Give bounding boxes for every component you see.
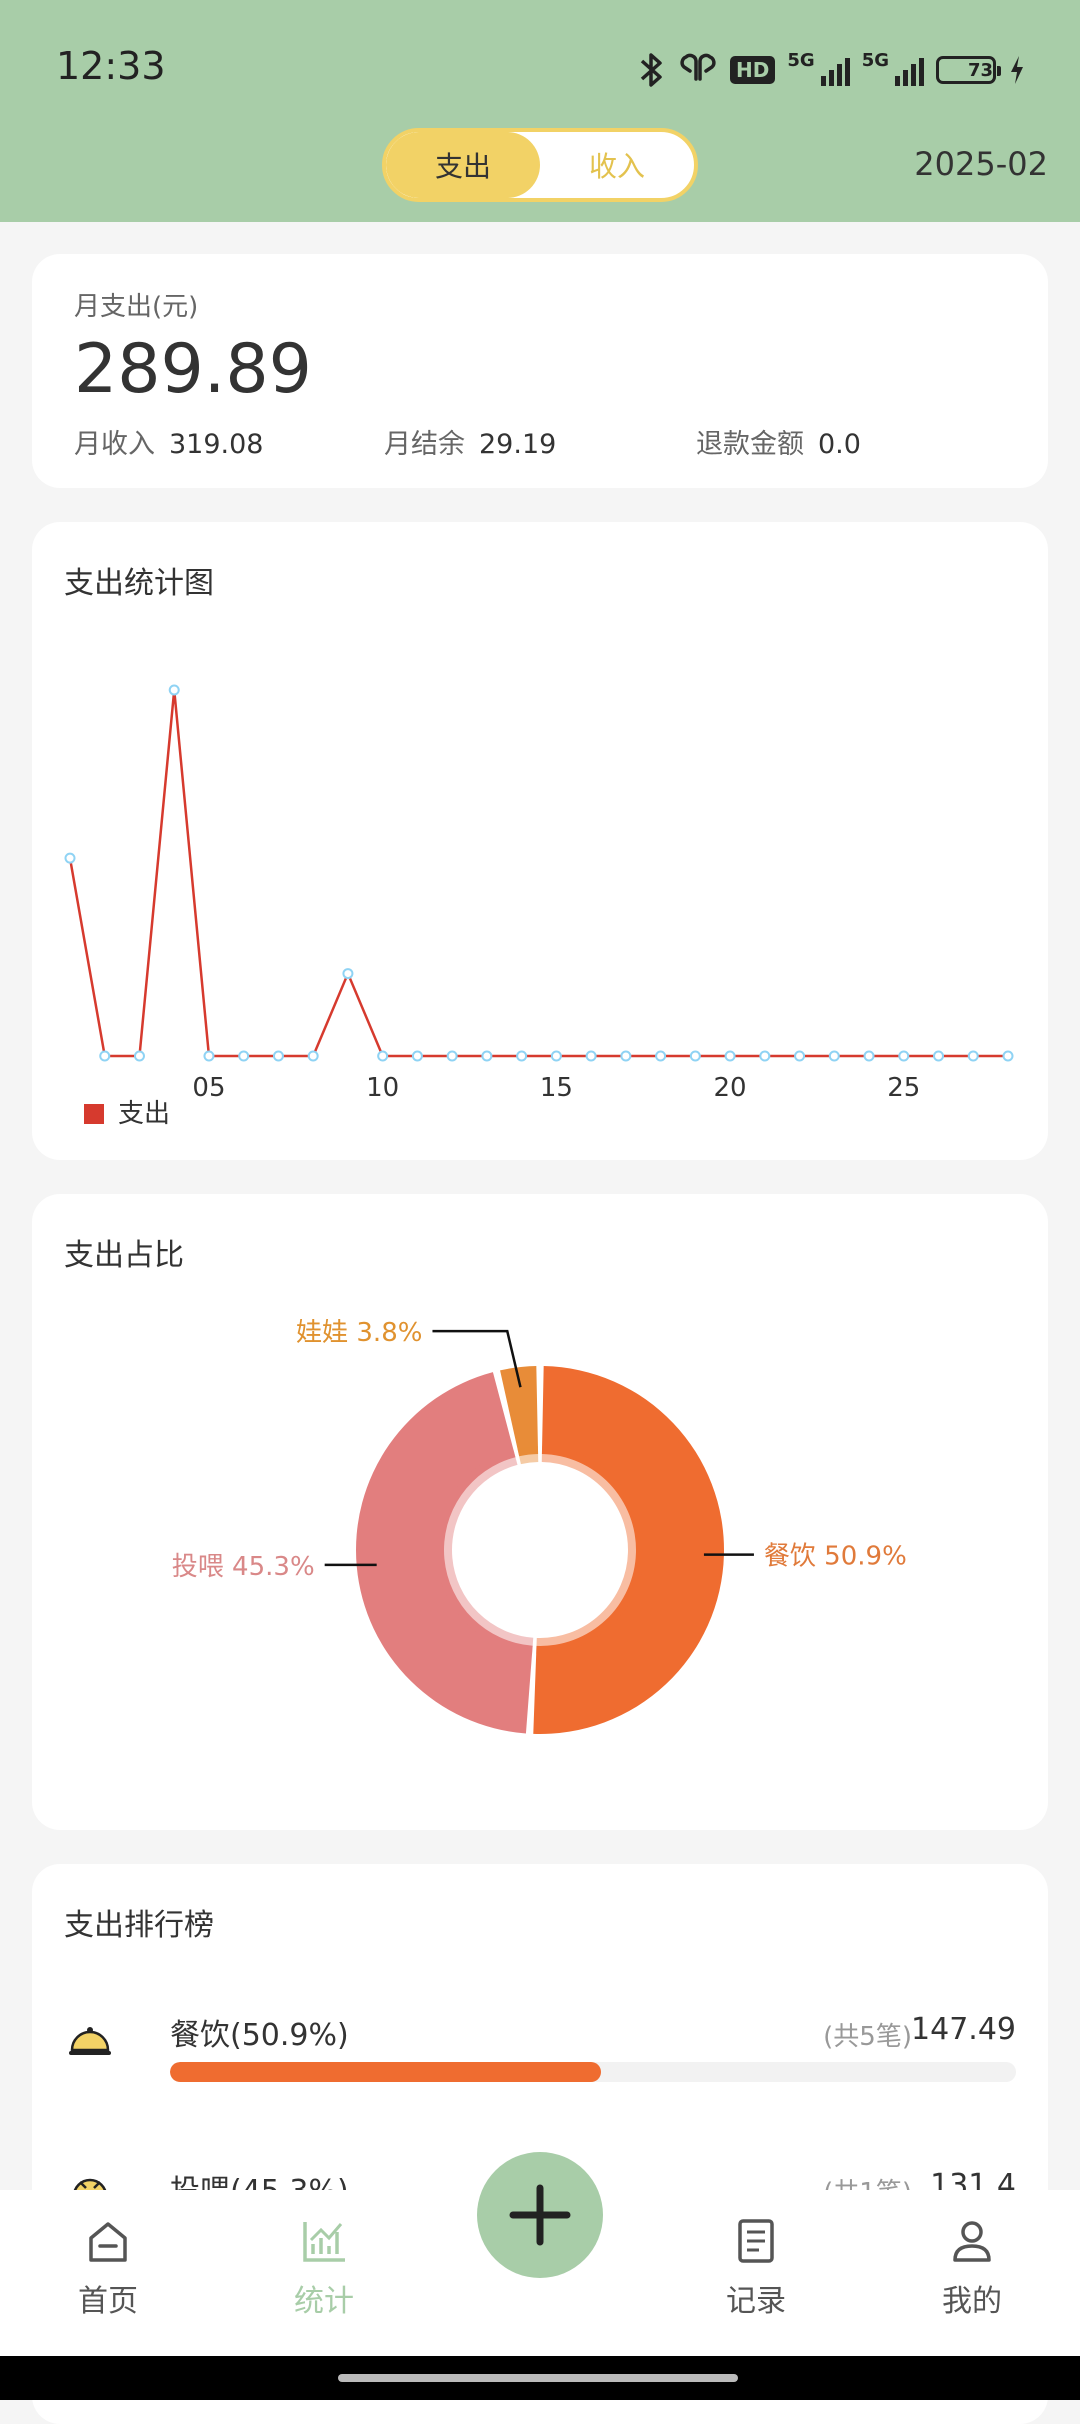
bluetooth-icon [640, 53, 662, 87]
nav-stats-label: 统计 [294, 2284, 354, 2319]
nav-records-label: 记录 [726, 2284, 786, 2319]
nav-profile-label: 我的 [942, 2284, 1002, 2319]
home-icon [89, 2222, 127, 2262]
expense-ratio-card: 支出占比 餐饮 50.9% 投喂 45.3% 娃娃 3.8% [32, 1194, 1048, 1830]
records-icon [738, 2219, 774, 2263]
data-point[interactable] [168, 684, 180, 696]
profile-icon [953, 2221, 991, 2262]
data-point[interactable] [133, 1050, 145, 1062]
gesture-area [0, 2356, 1080, 2400]
tab-income[interactable]: 收入 [540, 132, 694, 198]
data-point[interactable] [585, 1050, 597, 1062]
add-record-button[interactable] [477, 2152, 603, 2278]
data-point[interactable] [863, 1050, 875, 1062]
hd-icon: HD [730, 56, 776, 84]
data-point[interactable] [898, 1050, 910, 1062]
home-indicator[interactable] [338, 2374, 738, 2382]
ranking-item-name: 餐饮(50.9%) [170, 2018, 349, 2053]
legend-swatch [84, 1104, 104, 1124]
data-point[interactable] [724, 1050, 736, 1062]
status-icons: HD 5G 5G 73 [636, 50, 1026, 90]
data-point[interactable] [655, 1050, 667, 1062]
status-time: 12:33 [56, 44, 166, 88]
data-point[interactable] [828, 1050, 840, 1062]
summary-card: 月支出(元) 289.89 月收入 319.08 月结余 29.19 退款金额 0.0 [32, 254, 1048, 488]
data-point[interactable] [1002, 1050, 1014, 1062]
nav-home[interactable]: 首页 [48, 2216, 168, 2320]
network-type: 5G [787, 49, 815, 71]
battery-level: 73 [967, 59, 993, 81]
expense-donut-chart[interactable]: 餐饮 50.9% 投喂 45.3% 娃娃 3.8% [32, 1194, 1048, 1830]
monthly-balance: 月结余 29.19 [384, 422, 556, 461]
data-point[interactable] [933, 1050, 945, 1062]
income-label: 月收入 [74, 429, 155, 460]
x-tick-label: 05 [192, 1073, 225, 1103]
nav-home-label: 首页 [78, 2284, 138, 2319]
charging-icon [1011, 56, 1023, 84]
balance-label: 月结余 [384, 429, 465, 460]
series-line-expense [68, 689, 1008, 1058]
battery-icon: 73 [936, 56, 1001, 84]
signal-icon-2 [895, 54, 924, 86]
network-type-2: 5G [861, 49, 889, 71]
balance-value: 29.19 [479, 429, 557, 460]
signal-icon [820, 54, 850, 86]
refund-amount: 退款金额 0.0 [696, 422, 861, 461]
refund-label: 退款金额 [696, 429, 804, 460]
ranking-title: 支出排行榜 [64, 1908, 214, 1943]
nav-records[interactable]: 记录 [696, 2216, 816, 2320]
ranking-item-count: (共5笔) [823, 2022, 912, 2052]
month-selector[interactable]: 2025-02 [914, 145, 1048, 183]
expense-line-chart[interactable]: 05 10 15 20 25 支出 [32, 522, 1048, 1160]
stats-icon [303, 2222, 345, 2262]
data-point[interactable] [377, 1050, 389, 1062]
data-point[interactable] [238, 1050, 250, 1062]
expense-line-chart-card: 支出统计图 05 10 15 20 25 支出 [32, 522, 1048, 1160]
dining-bell-icon [69, 2027, 111, 2055]
data-point[interactable] [99, 1050, 111, 1062]
header: 12:33 HD 5G 5G 73 支出 收入 2025-02 [0, 0, 1080, 222]
type-toggle[interactable]: 支出 收入 [382, 128, 698, 202]
data-point[interactable] [272, 1050, 284, 1062]
pie-slice-label: 投喂 45.3% [172, 1552, 315, 1582]
monthly-expense-value: 289.89 [74, 330, 312, 409]
data-point[interactable] [794, 1050, 806, 1062]
data-point[interactable] [446, 1050, 458, 1062]
data-point[interactable] [516, 1050, 528, 1062]
income-value: 319.08 [169, 429, 264, 460]
refund-value: 0.0 [818, 429, 861, 460]
pie-slice-inner-ring [517, 1446, 539, 1465]
monthly-income: 月收入 319.08 [74, 422, 263, 461]
data-point[interactable] [759, 1050, 771, 1062]
x-tick-label: 15 [540, 1073, 573, 1103]
data-point[interactable] [203, 1050, 215, 1062]
data-point[interactable] [481, 1050, 493, 1062]
monthly-expense-label: 月支出(元) [74, 292, 199, 322]
data-point[interactable] [64, 852, 76, 864]
pie-slice-label: 娃娃 3.8% [296, 1318, 422, 1348]
data-point[interactable] [967, 1050, 979, 1062]
data-point[interactable] [550, 1050, 562, 1062]
data-point[interactable] [411, 1050, 423, 1062]
earbuds-icon [680, 53, 716, 81]
data-point[interactable] [307, 1050, 319, 1062]
x-tick-label: 20 [714, 1073, 747, 1103]
ranking-item-bar [170, 2062, 1016, 2082]
plus-icon [509, 2184, 571, 2246]
nav-stats[interactable]: 统计 [264, 2216, 384, 2320]
nav-profile[interactable]: 我的 [912, 2216, 1032, 2320]
data-point[interactable] [620, 1050, 632, 1062]
x-tick-label: 10 [366, 1073, 399, 1103]
tab-expense[interactable]: 支出 [386, 132, 540, 198]
legend-label: 支出 [118, 1099, 170, 1129]
ranking-item-bar-fill [170, 2062, 601, 2082]
ranking-item-amount: 147.49 [911, 2012, 1016, 2047]
data-point[interactable] [689, 1050, 701, 1062]
pie-slice-label: 餐饮 50.9% [764, 1542, 907, 1572]
x-tick-label: 25 [887, 1073, 920, 1103]
data-point[interactable] [342, 968, 354, 980]
